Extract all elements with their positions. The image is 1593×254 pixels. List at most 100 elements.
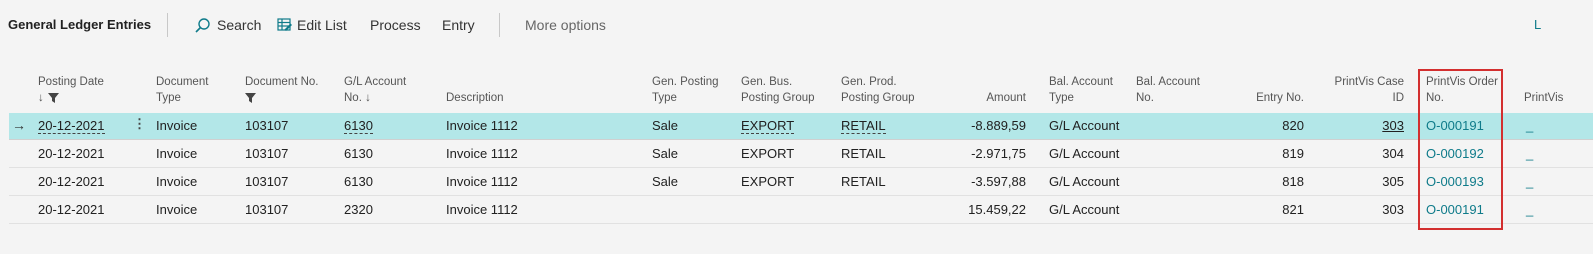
- column-header-document-type[interactable]: Document Type: [156, 74, 208, 106]
- highlight-box: [1418, 69, 1503, 230]
- header-label: PrintVis Case: [1334, 76, 1404, 88]
- cell-amount: -3.597,88: [971, 174, 1026, 189]
- header-label: G/L Account: [344, 76, 407, 88]
- header-label: Type: [156, 92, 181, 104]
- cell-printvis-truncated[interactable]: _: [1526, 146, 1533, 162]
- page-title: General Ledger Entries: [8, 17, 152, 32]
- column-header-gen-prod-posting-group[interactable]: Gen. Prod. Posting Group: [841, 74, 915, 106]
- cell-document-no: 103107: [245, 174, 289, 189]
- cell-document-no: 103107: [245, 118, 289, 133]
- cell-gl-account-no: 2320: [344, 202, 373, 217]
- cell-gl-account-no[interactable]: 6130: [344, 118, 373, 134]
- cell-entry-no: 819: [1282, 146, 1304, 161]
- column-header-document-no[interactable]: Document No.: [245, 74, 319, 108]
- header-label: Bal. Account: [1136, 76, 1200, 88]
- search-button[interactable]: Search: [217, 17, 261, 33]
- header-label: Gen. Prod.: [841, 76, 897, 88]
- header-label: Document No.: [245, 76, 319, 88]
- cell-description: Invoice 1112: [446, 174, 518, 189]
- cell-printvis-case-id[interactable]: 303: [1320, 118, 1404, 134]
- process-menu[interactable]: Process: [370, 17, 421, 33]
- cell-document-type: Invoice: [156, 174, 198, 189]
- cell-gen-posting-type: Sale: [652, 146, 679, 161]
- cell-bal-account-type: G/L Account: [1049, 146, 1120, 161]
- header-label: Gen. Bus.: [741, 76, 793, 88]
- header-label: Type: [652, 92, 677, 104]
- cell-posting-date: 20-12-2021: [38, 146, 105, 161]
- column-header-amount[interactable]: Amount: [950, 90, 1026, 106]
- header-label: Gen. Posting: [652, 76, 719, 88]
- cell-gen-posting-type: Sale: [652, 118, 679, 133]
- header-label: Entry No.: [1256, 92, 1304, 104]
- edit-list-button[interactable]: Edit List: [297, 17, 347, 33]
- cell-document-type: Invoice: [156, 118, 198, 133]
- table-row[interactable]: 20-12-2021 Invoice 103107 2320 Invoice 1…: [9, 197, 1593, 224]
- header-label: PrintVis: [1524, 92, 1564, 104]
- cell-printvis-case-id: 303: [1382, 202, 1404, 217]
- header-label: Document: [156, 76, 209, 88]
- toolbar-divider: [167, 13, 168, 37]
- cell-gl-account-no: 6130: [344, 174, 373, 189]
- vertical-ellipsis-icon[interactable]: ⋮: [133, 116, 146, 132]
- header-label: Posting Date: [38, 76, 104, 88]
- column-header-posting-date[interactable]: Posting Date ↓: [38, 74, 104, 106]
- cell-entry-no: 820: [1282, 118, 1304, 133]
- cell-gen-prod-posting-group[interactable]: RETAIL: [841, 118, 886, 134]
- cell-document-type: Invoice: [156, 146, 198, 161]
- column-header-gen-posting-type[interactable]: Gen. Posting Type: [652, 74, 718, 106]
- sort-icon: ↓: [38, 92, 44, 104]
- column-header-description[interactable]: Description: [446, 90, 504, 106]
- edit-list-icon[interactable]: [277, 17, 293, 33]
- more-options-button[interactable]: More options: [525, 17, 606, 33]
- cell-bal-account-type: G/L Account: [1049, 202, 1120, 217]
- column-header-bal-account-no[interactable]: Bal. Account No.: [1136, 74, 1200, 106]
- header-label: Description: [446, 92, 504, 104]
- header-label: Bal. Account: [1049, 76, 1113, 88]
- cell-description: Invoice 1112: [446, 118, 518, 133]
- header-label: Posting Group: [741, 92, 815, 104]
- cell-entry-no: 818: [1282, 174, 1304, 189]
- cell-posting-date: 20-12-2021: [38, 174, 105, 189]
- cell-printvis-case-id: 305: [1382, 174, 1404, 189]
- cell-printvis-truncated[interactable]: _: [1526, 174, 1533, 190]
- cell-posting-date: 20-12-2021: [38, 202, 105, 217]
- column-header-gl-account-no[interactable]: G/L Account No. ↓: [344, 74, 406, 106]
- cell-gl-account-no: 6130: [344, 146, 373, 161]
- filter-icon: [245, 93, 256, 103]
- header-label: ID: [1392, 92, 1405, 104]
- cell-document-no: 103107: [245, 202, 289, 217]
- header-label: Posting Group: [841, 92, 915, 104]
- cell-gen-posting-type: Sale: [652, 174, 679, 189]
- cell-amount: -8.889,59: [971, 118, 1026, 133]
- column-header-printvis-case-id[interactable]: PrintVis Case ID: [1320, 74, 1404, 106]
- cell-entry-no: 821: [1282, 202, 1304, 217]
- column-header-printvis-truncated[interactable]: PrintVis: [1524, 90, 1563, 106]
- cell-description: Invoice 1112: [446, 146, 518, 161]
- cell-document-type: Invoice: [156, 202, 198, 217]
- arrow-right-icon: →: [12, 117, 26, 133]
- header-label: No.: [1136, 92, 1154, 104]
- toolbar-divider: [499, 13, 500, 37]
- cell-gen-bus-posting-group[interactable]: EXPORT: [741, 118, 795, 134]
- table-row[interactable]: → 20-12-2021 ⋮ Invoice 103107 6130 Invoi…: [9, 113, 1593, 140]
- table-row[interactable]: 20-12-2021 Invoice 103107 6130 Invoice 1…: [9, 169, 1593, 196]
- cell-description: Invoice 1112: [446, 202, 518, 217]
- cell-gen-prod-posting-group: RETAIL: [841, 146, 886, 161]
- cell-printvis-truncated[interactable]: _: [1526, 118, 1533, 134]
- cell-posting-date[interactable]: 20-12-2021: [38, 118, 105, 134]
- cell-gen-bus-posting-group: EXPORT: [741, 174, 795, 189]
- truncated-action[interactable]: L: [1534, 17, 1541, 32]
- cell-printvis-truncated[interactable]: _: [1526, 202, 1533, 218]
- entry-menu[interactable]: Entry: [442, 17, 475, 33]
- header-label: No. ↓: [344, 92, 371, 104]
- cell-gen-bus-posting-group: EXPORT: [741, 146, 795, 161]
- column-header-gen-bus-posting-group[interactable]: Gen. Bus. Posting Group: [741, 74, 815, 106]
- cell-amount: 15.459,22: [968, 202, 1026, 217]
- action-bar: General Ledger Entries Search Edit List …: [0, 0, 1593, 50]
- table-row[interactable]: 20-12-2021 Invoice 103107 6130 Invoice 1…: [9, 141, 1593, 168]
- cell-printvis-case-id: 304: [1382, 146, 1404, 161]
- column-header-entry-no[interactable]: Entry No.: [1230, 90, 1304, 106]
- column-header-bal-account-type[interactable]: Bal. Account Type: [1049, 74, 1113, 106]
- cell-gen-prod-posting-group: RETAIL: [841, 174, 886, 189]
- search-icon[interactable]: [194, 17, 212, 35]
